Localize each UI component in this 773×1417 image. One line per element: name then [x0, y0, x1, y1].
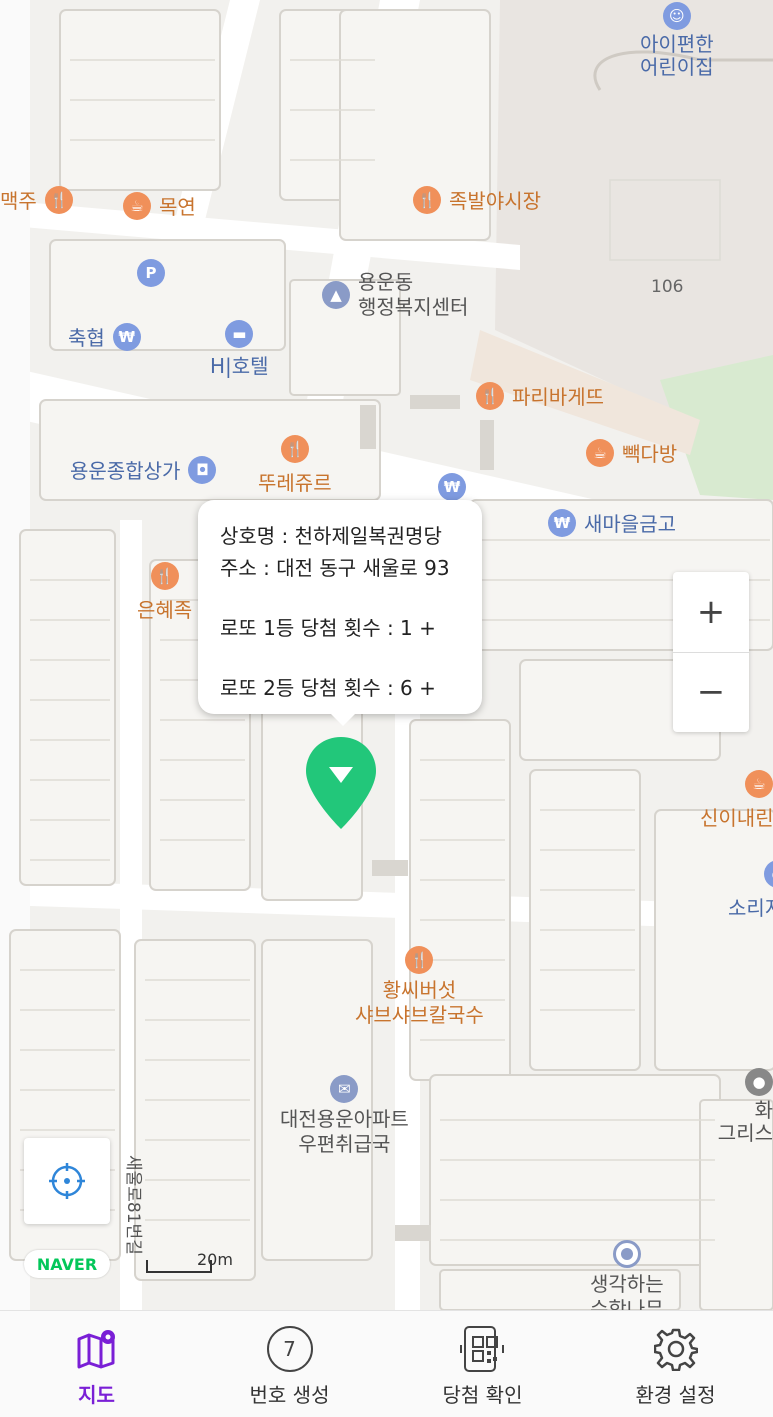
poi-jokbal[interactable]: 🍴 족발야시장 [413, 185, 541, 214]
poi-label: H|호텔 [210, 354, 269, 378]
naver-logo[interactable]: NAVER [24, 1250, 110, 1278]
map-view[interactable]: 맥주 🍴 ☕ 목연 🍴 족발야시장 ☺ 아이편한 어린이집 P ▲ 용운동 행정… [0, 0, 773, 1310]
poi-label-1: 화 [754, 1098, 773, 1122]
poi-label-1: 대전용운아파트 [280, 1107, 409, 1131]
fork-knife-icon: 🍴 [280, 435, 309, 463]
parking-icon: P [137, 259, 165, 287]
tab-generate-numbers[interactable]: 7 번호 생성 [193, 1311, 386, 1417]
zoom-out-button[interactable]: − [673, 652, 749, 732]
scale-bar: 20m [145, 1250, 233, 1280]
gear-icon [653, 1328, 698, 1371]
cup-icon: ☕ [586, 438, 614, 467]
scale-label: 20m [197, 1250, 233, 1269]
poi-mokyeon[interactable]: ☕ 목연 [123, 191, 196, 220]
poi-label: 용운종합상가 [70, 459, 181, 483]
poi-label-2: 행정복지센터 [358, 295, 469, 319]
poi-label: 새마을금고 [584, 512, 676, 536]
fork-knife-icon: 🍴 [44, 185, 73, 214]
poi-label: 족발야시장 [449, 189, 541, 213]
poi-office[interactable]: ▲ 용운동 행정복지센터 [322, 270, 468, 320]
store-address: 주소 : 대전 동구 새울로 93 [220, 556, 450, 580]
poi-sini[interactable]: ☕ 신이내린 [700, 770, 773, 831]
bank-icon: ₩ [112, 322, 141, 351]
poi-label: 맥주 [0, 189, 37, 213]
poi-bank-marker[interactable]: ₩ [438, 473, 466, 501]
poi-label-1: 생각하는 [590, 1272, 664, 1296]
poi-label: 빽다방 [622, 442, 678, 466]
tab-map[interactable]: 지도 [0, 1311, 193, 1417]
poi-label-2: 그리스 [717, 1121, 773, 1145]
poi-mall[interactable]: 용운종합상가 ◘ [70, 455, 217, 484]
poi-label: 목연 [159, 195, 196, 219]
current-location-button[interactable] [24, 1138, 110, 1224]
tab-label: 번호 생성 [249, 1383, 330, 1407]
bank-icon: ₩ [438, 473, 466, 501]
cup-icon: ☕ [745, 770, 773, 798]
store-name: 상호명 : 천하제일복권명당 [220, 524, 442, 548]
poi-maekju[interactable]: 맥주 🍴 [0, 185, 73, 214]
poi-kids[interactable]: ☺ 아이편한 어린이집 [640, 2, 714, 80]
crosshair-icon [49, 1163, 85, 1199]
poi-parking[interactable]: P [137, 259, 165, 287]
poi-label: 신이내린 [700, 806, 773, 830]
poi-label-2: 우편취급국 [298, 1132, 391, 1156]
first-prize-count: 로또 1등 당첨 횟수 : 1 + [220, 616, 436, 640]
place-icon: ● [745, 1068, 773, 1096]
government-icon: ▲ [322, 281, 350, 309]
tab-label: 환경 설정 [635, 1383, 716, 1407]
bank-icon: ₩ [548, 508, 576, 537]
qr-scan-icon [459, 1326, 504, 1372]
ball-seven-icon: 7 [266, 1326, 313, 1372]
poi-nh[interactable]: 축협 ₩ [68, 322, 141, 351]
store-info-window[interactable]: 상호명 : 천하제일복권명당 주소 : 대전 동구 새울로 93 로또 1등 당… [198, 500, 482, 726]
poi-sori[interactable]: ● 소리지 [728, 860, 773, 921]
poi-label: 축협 [68, 326, 105, 350]
place-icon: ● [764, 860, 773, 888]
poi-post[interactable]: ✉ 대전용운아파트 우편취급국 [280, 1075, 409, 1157]
poi-christ[interactable]: ● 화 그리스 [708, 1068, 773, 1146]
poi-paris[interactable]: 🍴 파리바게뜨 [476, 381, 604, 410]
poi-hwangssi[interactable]: 🍴 황씨버섯 샤브샤브칼국수 [355, 946, 484, 1028]
tab-check-win[interactable]: 당첨 확인 [386, 1311, 579, 1417]
fork-knife-icon: 🍴 [150, 562, 179, 590]
cup-icon: ☕ [123, 191, 151, 220]
poi-label: 소리지 [728, 896, 773, 920]
poi-tous[interactable]: 🍴 뚜레쥬르 [258, 435, 332, 496]
map-pin-icon [77, 1330, 115, 1369]
second-prize-count: 로또 2등 당첨 횟수 : 6 + [220, 676, 436, 700]
poi-ppak[interactable]: ☕ 빽다방 [586, 438, 677, 467]
building-number: 106 [651, 277, 684, 297]
poi-label-2: 어린이집 [640, 55, 714, 79]
poi-label-2: 수학나무 [590, 1297, 664, 1310]
shopping-icon: ◘ [188, 455, 217, 484]
poi-saemaeul[interactable]: ₩ 새마을금고 [548, 508, 676, 537]
zoom-in-button[interactable]: + [673, 572, 749, 652]
poi-eunhye[interactable]: 🍴 은혜족 [137, 562, 192, 623]
poi-label-1: 아이편한 [640, 32, 714, 56]
poi-label-2: 샤브샤브칼국수 [355, 1003, 484, 1027]
road-name: 새울로81번길 [123, 1155, 143, 1255]
fork-knife-icon: 🍴 [405, 946, 434, 974]
poi-label-1: 황씨버섯 [382, 978, 457, 1002]
poi-label-1: 용운동 [358, 270, 414, 294]
post-icon: ✉ [330, 1075, 359, 1103]
location-marker-icon[interactable] [304, 735, 378, 831]
tab-label: 지도 [78, 1383, 115, 1407]
fork-knife-icon: 🍴 [476, 381, 504, 410]
hotel-icon: ▬ [225, 320, 254, 348]
bottom-navigation: 지도 7 번호 생성 당첨 확인 환경 설정 [0, 1310, 773, 1417]
tab-label: 당첨 확인 [442, 1383, 523, 1407]
poi-label: 파리바게뜨 [512, 385, 604, 409]
tab-settings[interactable]: 환경 설정 [579, 1311, 772, 1417]
fork-knife-icon: 🍴 [413, 185, 441, 214]
place-icon [612, 1240, 641, 1268]
poi-think[interactable]: 생각하는 수학나무 [590, 1240, 664, 1310]
poi-hotel[interactable]: ▬ H|호텔 [210, 320, 269, 379]
poi-label: 은혜족 [137, 598, 193, 622]
daycare-icon: ☺ [662, 2, 691, 30]
poi-label: 뚜레쥬르 [258, 471, 332, 495]
zoom-control: + − [673, 572, 749, 732]
